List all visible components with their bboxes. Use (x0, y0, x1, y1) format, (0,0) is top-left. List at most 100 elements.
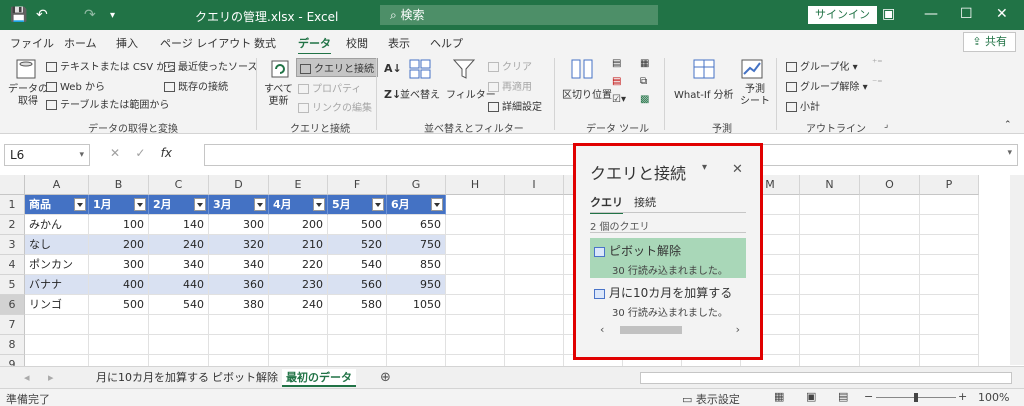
share-button[interactable]: ⇪ 共有 (963, 32, 1016, 52)
maximize-button[interactable]: ☐ (960, 6, 973, 22)
scroll-left-icon[interactable]: ‹ (600, 323, 604, 336)
data-model-icon[interactable]: ▩ (640, 94, 649, 105)
filter-dropdown-icon[interactable] (74, 198, 86, 211)
empty-cell[interactable] (920, 315, 979, 335)
empty-cell[interactable] (89, 315, 149, 335)
expand-formula-icon[interactable]: ▾ (1007, 148, 1012, 158)
empty-cell[interactable] (387, 315, 446, 335)
value-cell[interactable]: 360 (209, 275, 269, 295)
empty-cell[interactable] (446, 275, 505, 295)
value-cell[interactable]: 300 (89, 255, 149, 275)
empty-cell[interactable] (860, 235, 920, 255)
sheet-tab[interactable]: ピボット解除 (212, 369, 278, 387)
tab-help[interactable]: ヘルプ (430, 35, 463, 51)
value-cell[interactable]: 220 (269, 255, 328, 275)
empty-cell[interactable] (920, 255, 979, 275)
empty-cell[interactable] (505, 335, 564, 355)
filter-dropdown-icon[interactable] (431, 198, 443, 211)
outline-dialog-launcher-icon[interactable]: ⌟ (884, 120, 888, 130)
value-cell[interactable]: 340 (209, 255, 269, 275)
value-cell[interactable]: 440 (149, 275, 209, 295)
empty-cell[interactable] (920, 235, 979, 255)
reapply-button[interactable]: 再適用 (488, 78, 532, 93)
empty-cell[interactable] (800, 195, 860, 215)
column-header[interactable]: F (328, 175, 387, 195)
empty-cell[interactable] (920, 215, 979, 235)
value-cell[interactable]: 230 (269, 275, 328, 295)
filter-dropdown-icon[interactable] (254, 198, 266, 211)
cancel-entry-icon[interactable]: ✕ (110, 146, 120, 160)
column-header[interactable]: O (860, 175, 920, 195)
empty-cell[interactable] (860, 255, 920, 275)
value-cell[interactable]: 950 (387, 275, 446, 295)
undo-icon[interactable]: ↶ (36, 7, 48, 23)
tab-formulas[interactable]: 数式 (254, 35, 276, 51)
select-all-corner[interactable] (0, 175, 25, 195)
properties-button[interactable]: プロパティ (298, 80, 361, 95)
empty-cell[interactable] (505, 215, 564, 235)
value-cell[interactable]: 650 (387, 215, 446, 235)
empty-cell[interactable] (860, 195, 920, 215)
page-layout-view-icon[interactable]: ▣ (806, 390, 816, 403)
value-cell[interactable]: 240 (269, 295, 328, 315)
empty-cell[interactable] (89, 335, 149, 355)
table-header-cell[interactable]: 5月 (328, 195, 387, 215)
customize-qat-icon[interactable]: ▾ (110, 10, 115, 21)
edit-links-button[interactable]: リンクの編集 (298, 99, 372, 114)
column-header[interactable]: H (446, 175, 505, 195)
value-cell[interactable]: 140 (149, 215, 209, 235)
table-header-cell[interactable]: 4月 (269, 195, 328, 215)
pane-horizontal-scrollbar[interactable]: ‹ › (600, 323, 740, 337)
zoom-slider-thumb[interactable] (914, 393, 918, 402)
filter-dropdown-icon[interactable] (194, 198, 206, 211)
pane-close-icon[interactable]: ✕ (732, 162, 743, 177)
product-cell[interactable]: リンゴ (25, 295, 89, 315)
value-cell[interactable]: 560 (328, 275, 387, 295)
value-cell[interactable]: 320 (209, 235, 269, 255)
empty-cell[interactable] (505, 255, 564, 275)
empty-cell[interactable] (328, 315, 387, 335)
value-cell[interactable]: 210 (269, 235, 328, 255)
value-cell[interactable]: 240 (149, 235, 209, 255)
empty-cell[interactable] (149, 335, 209, 355)
tab-file[interactable]: ファイル (10, 35, 54, 51)
insert-function-icon[interactable]: fx (161, 146, 172, 160)
empty-cell[interactable] (25, 335, 89, 355)
column-header[interactable]: P (920, 175, 979, 195)
table-header-cell[interactable]: 6月 (387, 195, 446, 215)
value-cell[interactable]: 340 (149, 255, 209, 275)
advanced-button[interactable]: 詳細設定 (488, 98, 542, 113)
value-cell[interactable]: 580 (328, 295, 387, 315)
tab-queries[interactable]: クエリ (590, 194, 623, 214)
remove-duplicates-icon[interactable]: ▤ (612, 76, 621, 87)
ribbon-display-icon[interactable]: ▣ (882, 6, 895, 22)
empty-cell[interactable] (446, 295, 505, 315)
value-cell[interactable]: 850 (387, 255, 446, 275)
empty-cell[interactable] (505, 275, 564, 295)
row-header[interactable]: 1 (0, 195, 25, 215)
queries-connections-button[interactable]: クエリと接続 (296, 58, 378, 77)
empty-cell[interactable] (800, 235, 860, 255)
row-header[interactable]: 6 (0, 295, 25, 315)
column-header[interactable]: G (387, 175, 446, 195)
row-header[interactable]: 2 (0, 215, 25, 235)
scroll-tabs-left-icon[interactable]: ◂ (24, 369, 30, 387)
row-header[interactable]: 8 (0, 335, 25, 355)
empty-cell[interactable] (800, 295, 860, 315)
column-header[interactable]: I (505, 175, 564, 195)
tab-home[interactable]: ホーム (64, 35, 97, 51)
worksheet-grid[interactable]: ABCDEFGHIJKLMNOP123456789商品1月2月3月4月5月6月み… (0, 175, 1024, 375)
value-cell[interactable]: 540 (328, 255, 387, 275)
empty-cell[interactable] (149, 315, 209, 335)
whatif-button[interactable]: What-If 分析 (674, 86, 734, 101)
empty-cell[interactable] (505, 195, 564, 215)
empty-cell[interactable] (209, 335, 269, 355)
empty-cell[interactable] (860, 215, 920, 235)
value-cell[interactable]: 300 (209, 215, 269, 235)
add-sheet-icon[interactable]: ⊕ (380, 369, 391, 387)
empty-cell[interactable] (860, 315, 920, 335)
subtotal-button[interactable]: 小計 (786, 98, 820, 113)
get-data-button[interactable]: データの 取得 (8, 84, 48, 108)
value-cell[interactable]: 380 (209, 295, 269, 315)
empty-cell[interactable] (505, 315, 564, 335)
